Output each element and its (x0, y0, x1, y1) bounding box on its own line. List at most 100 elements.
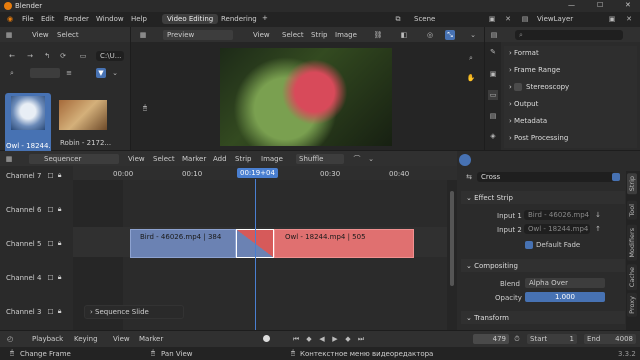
play-reverse-icon[interactable]: ◀ (317, 334, 327, 344)
pv-menu-image[interactable]: Image (335, 31, 357, 39)
menu-render[interactable]: Render (64, 15, 89, 23)
tl-menu-view[interactable]: View (113, 335, 130, 343)
tab-tool[interactable]: Tool (627, 201, 637, 220)
tab-modifiers[interactable]: Modifiers (627, 225, 637, 261)
delete-viewlayer-icon[interactable]: ✕ (624, 14, 634, 24)
pv-menu-strip[interactable]: Strip (311, 31, 327, 39)
fb-menu-select[interactable]: Select (57, 31, 79, 39)
seq-menu-marker[interactable]: Marker (182, 155, 206, 163)
jump-end-icon[interactable]: ⏭ (356, 334, 366, 344)
menu-file[interactable]: File (22, 15, 34, 23)
section-compositing[interactable]: ⌄ Compositing (461, 259, 625, 272)
lock-icon[interactable]: 🔒︎ (58, 205, 62, 214)
sidebar-toggle-icon[interactable] (459, 154, 471, 166)
section-format[interactable]: › Format (504, 46, 637, 59)
render-tab-icon[interactable]: ▣ (488, 69, 498, 79)
tab-proxy[interactable]: Proxy (627, 293, 637, 317)
scene-tab-icon[interactable]: ◈ (488, 131, 498, 141)
sequencer-mode-dropdown[interactable]: Sequencer (29, 154, 119, 164)
redo-panel[interactable]: › Sequence Slide (84, 305, 184, 319)
visibility-icon[interactable]: ☐ (47, 240, 53, 248)
tool-tab-icon[interactable]: ✎ (488, 47, 498, 57)
input1-field[interactable]: Bird - 46026.mp4 (524, 210, 590, 220)
blend-dropdown[interactable]: Alpha Over (525, 278, 605, 288)
scene-name[interactable]: Scene (414, 15, 435, 23)
strip-enabled-checkbox[interactable] (612, 173, 620, 181)
seq-menu-image[interactable]: Image (261, 155, 283, 163)
view-layer-tab-icon[interactable]: ▤ (488, 111, 498, 121)
section-output[interactable]: › Output (504, 97, 637, 110)
editor-type-icon[interactable]: ▤ (489, 30, 499, 40)
minimize-button[interactable]: — (568, 1, 575, 9)
view-type-dropdown[interactable]: Preview (163, 30, 233, 40)
arrow-down-icon[interactable]: ↓ (593, 210, 603, 220)
time-ruler[interactable]: 00:00 00:10 00:30 00:40 00:19+04 (73, 166, 457, 180)
snap-icon[interactable]: ⌒ (352, 154, 362, 164)
tl-menu-keying[interactable]: Keying (74, 335, 98, 343)
play-icon[interactable]: ▶ (330, 334, 340, 344)
default-fade-checkbox[interactable] (525, 241, 533, 249)
strip-name-field[interactable]: Cross (477, 172, 615, 182)
editor-type-icon[interactable]: ▦ (138, 30, 148, 40)
refresh-icon[interactable]: ⟳ (58, 51, 68, 61)
bird-strip[interactable]: Bird - 46026.mp4 | 384 (130, 229, 236, 258)
lock-icon[interactable]: 🔒︎ (58, 307, 62, 316)
tl-menu-playback[interactable]: Playback (32, 335, 63, 343)
gizmo-icon[interactable]: ⤡ (445, 30, 455, 40)
new-scene-icon[interactable]: ▣ (487, 14, 497, 24)
file-thumb-owl[interactable]: Owl - 18244... (5, 93, 51, 157)
next-keyframe-icon[interactable]: ◆ (343, 334, 353, 344)
overlay-icon[interactable]: ◎ (425, 30, 435, 40)
link-icon[interactable]: ⛓ (373, 30, 383, 40)
section-post-processing[interactable]: › Post Processing (504, 131, 637, 144)
input2-field[interactable]: Owl - 18244.mp4 (524, 224, 590, 234)
view-settings-icon[interactable]: ⌄ (468, 30, 478, 40)
playhead-line[interactable] (255, 179, 256, 330)
seq-menu-view[interactable]: View (128, 155, 145, 163)
search-icon[interactable]: ⌕ (7, 68, 17, 78)
section-effect-strip[interactable]: ⌄ Effect Strip (461, 191, 625, 204)
snap-options-icon[interactable]: ⌄ (366, 154, 376, 164)
opacity-slider[interactable]: 1.000 (525, 292, 605, 302)
owl-strip[interactable]: Owl - 18244.mp4 | 505 (274, 229, 414, 258)
prev-keyframe-icon[interactable]: ◆ (304, 334, 314, 344)
lock-icon[interactable]: 🔒︎ (58, 273, 62, 282)
overlap-mode-dropdown[interactable]: Shuffle (296, 154, 344, 164)
maximize-button[interactable]: ☐ (597, 1, 603, 9)
viewlayer-name[interactable]: ViewLayer (537, 15, 573, 23)
sort-icon[interactable]: ≡ (64, 68, 74, 78)
end-frame-field[interactable]: End 4008 (584, 334, 636, 344)
file-name-robin[interactable]: Robin - 2172... (60, 139, 111, 147)
current-frame-field[interactable]: 479 (473, 334, 509, 344)
tl-menu-marker[interactable]: Marker (139, 335, 163, 343)
visibility-icon[interactable]: ☐ (47, 172, 53, 180)
fb-menu-view[interactable]: View (32, 31, 49, 39)
blender-menu-icon[interactable]: ◉ (5, 14, 15, 24)
record-icon[interactable] (263, 335, 270, 342)
vertical-scrollbar[interactable] (450, 191, 454, 286)
path-field[interactable]: C:\U... (96, 51, 124, 61)
arrow-up-icon[interactable]: ↑ (593, 224, 603, 234)
jump-start-icon[interactable]: ⏮ (291, 334, 301, 344)
tab-video-editing[interactable]: Video Editing (162, 14, 219, 24)
seq-menu-strip[interactable]: Strip (235, 155, 251, 163)
filter-dropdown-icon[interactable]: ⌄ (110, 68, 120, 78)
robin-thumbnail-image[interactable] (59, 100, 107, 130)
parent-dir-icon[interactable]: ↰ (42, 51, 52, 61)
back-icon[interactable]: ← (7, 51, 17, 61)
start-frame-field[interactable]: Start 1 (527, 334, 577, 344)
seq-menu-add[interactable]: Add (213, 155, 227, 163)
editor-type-icon[interactable]: ▦ (4, 154, 14, 164)
seq-menu-select[interactable]: Select (153, 155, 175, 163)
new-viewlayer-icon[interactable]: ▣ (607, 14, 617, 24)
tab-strip[interactable]: Strip (627, 173, 637, 195)
menu-window[interactable]: Window (96, 15, 124, 23)
preview-range-icon[interactable]: ⏱ (512, 334, 522, 344)
visibility-icon[interactable]: ☐ (47, 308, 53, 316)
display-mode-toggle[interactable] (30, 68, 60, 78)
add-workspace-button[interactable]: + (262, 14, 268, 22)
section-transform[interactable]: ⌄ Transform (461, 311, 625, 324)
clock-icon[interactable]: ◴ (5, 334, 15, 344)
new-folder-icon[interactable]: ▭ (78, 51, 88, 61)
menu-help[interactable]: Help (131, 15, 147, 23)
